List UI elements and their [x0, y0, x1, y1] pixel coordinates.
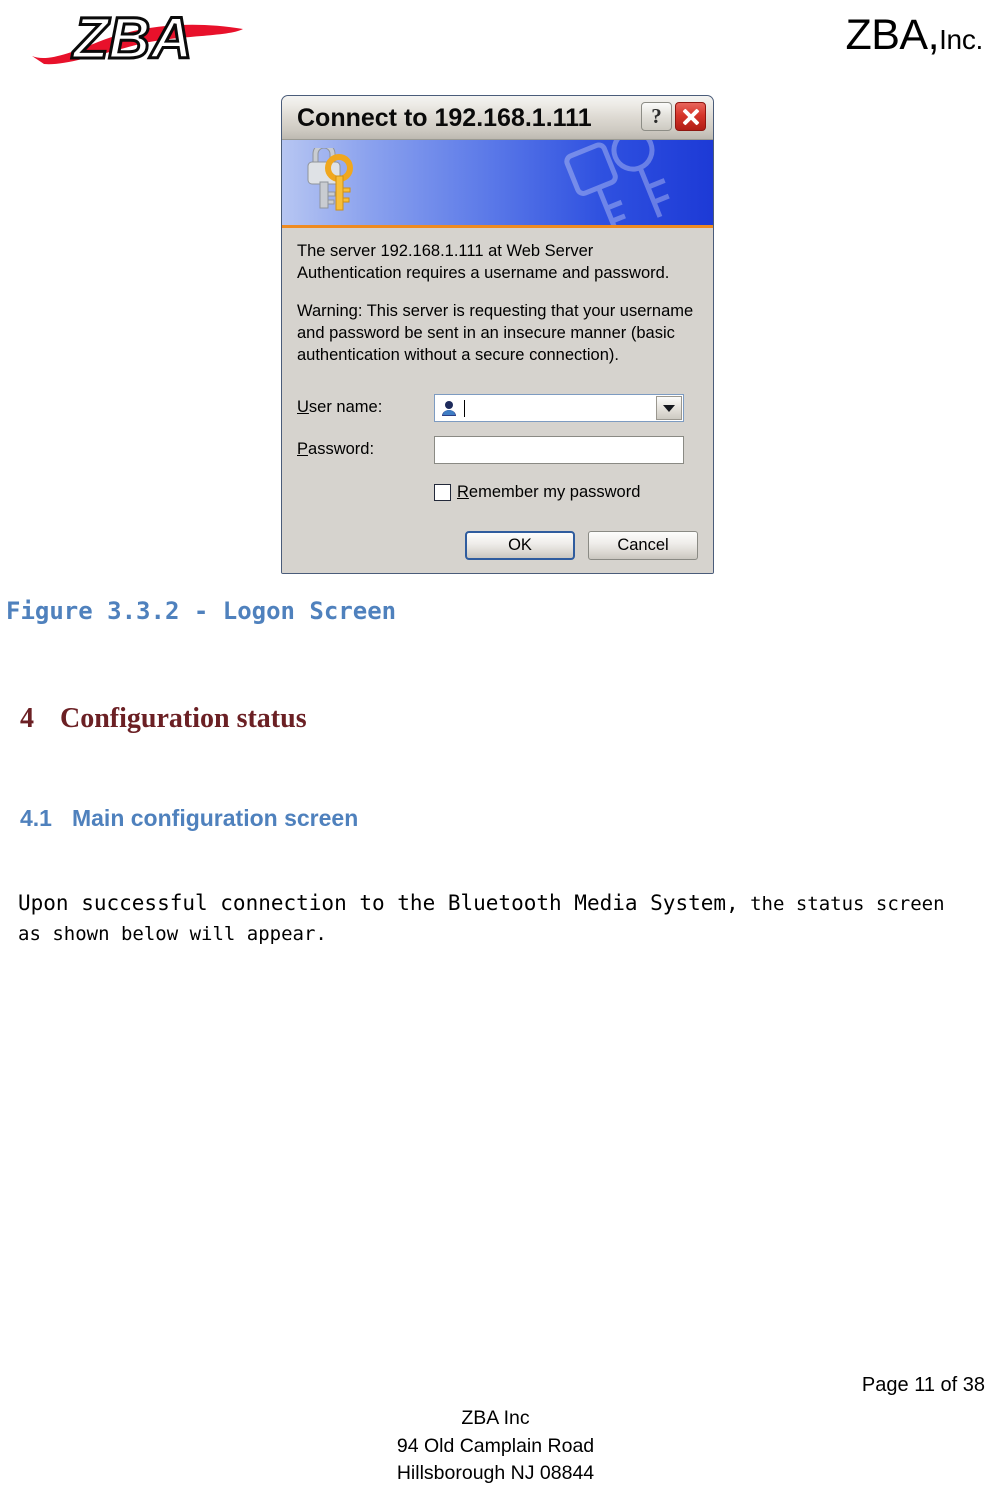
- username-label-rest: ser name:: [308, 398, 383, 416]
- footer-address: ZBA Inc 94 Old Camplain Road Hillsboroug…: [0, 1405, 991, 1488]
- remember-password-label: Remember my password: [457, 483, 641, 501]
- dialog-buttons: OK Cancel: [465, 531, 698, 560]
- username-label: User name:: [297, 398, 383, 416]
- keys-icon: [307, 148, 353, 211]
- footer-city-state-zip: Hillsborough NJ 08844: [396, 1462, 595, 1485]
- dialog-title-bar[interactable]: Connect to 192.168.1.111 ?: [282, 96, 713, 140]
- footer-street: 94 Old Camplain Road: [396, 1434, 595, 1457]
- heading-4-number: 4: [20, 703, 34, 734]
- username-row: User name:: [282, 394, 713, 430]
- heading-41-number: 4.1: [20, 805, 52, 831]
- chevron-down-icon[interactable]: [656, 396, 682, 420]
- zba-logo: ZBA: [28, 4, 268, 73]
- help-icon[interactable]: ?: [641, 102, 672, 131]
- dialog-banner: [282, 140, 713, 228]
- chevron-down-glyph: [663, 404, 675, 412]
- dialog-body: The server 192.168.1.111 at Web Server A…: [282, 228, 713, 573]
- connect-logon-dialog: Connect to 192.168.1.111 ? The server 19…: [281, 95, 714, 574]
- remember-password-checkbox[interactable]: Remember my password: [434, 483, 640, 502]
- heading-main-configuration-screen: 4.1 Main configuration screen: [20, 805, 358, 832]
- ok-button[interactable]: OK: [465, 531, 575, 560]
- text-cursor: [464, 399, 465, 417]
- company-name: ZBA,Inc.: [845, 14, 983, 57]
- paragraph-lead: Upon successful connection to the Blueto…: [18, 891, 739, 915]
- footer-company: ZBA Inc: [461, 1407, 530, 1429]
- dialog-titlebar-buttons: ?: [641, 102, 706, 131]
- password-row: Password:: [282, 436, 713, 472]
- close-icon[interactable]: [675, 102, 706, 131]
- heading-4-text: Configuration status: [60, 703, 307, 734]
- cancel-button[interactable]: Cancel: [588, 531, 698, 560]
- warning-message: Warning: This server is requesting that …: [297, 302, 694, 364]
- heading-configuration-status: 4 Configuration status: [20, 703, 307, 735]
- company-name-primary: ZBA,: [845, 11, 940, 59]
- password-label-rest: assword:: [308, 440, 375, 458]
- server-message: The server 192.168.1.111 at Web Server A…: [297, 242, 670, 282]
- dialog-title: Connect to 192.168.1.111: [297, 104, 592, 132]
- zba-logo-svg: ZBA: [32, 5, 243, 73]
- figure-caption: Figure 3.3.2 - Logon Screen: [6, 597, 397, 625]
- document-header: ZBA ZBA,Inc.: [0, 0, 991, 80]
- logo-letters: ZBA: [71, 6, 192, 70]
- checkbox-box[interactable]: [434, 484, 451, 501]
- keys-watermark-icon: [564, 140, 670, 225]
- username-input[interactable]: [434, 394, 684, 422]
- password-label: Password:: [297, 440, 375, 458]
- user-icon: [442, 401, 456, 416]
- body-paragraph: Upon successful connection to the Blueto…: [18, 888, 973, 948]
- remember-password-label-rest: emember my password: [468, 483, 641, 501]
- page-number: Page 11 of 38: [861, 1374, 985, 1396]
- password-input[interactable]: [434, 436, 684, 464]
- company-name-secondary: Inc.: [939, 24, 983, 55]
- heading-41-text: Main configuration screen: [71, 805, 359, 831]
